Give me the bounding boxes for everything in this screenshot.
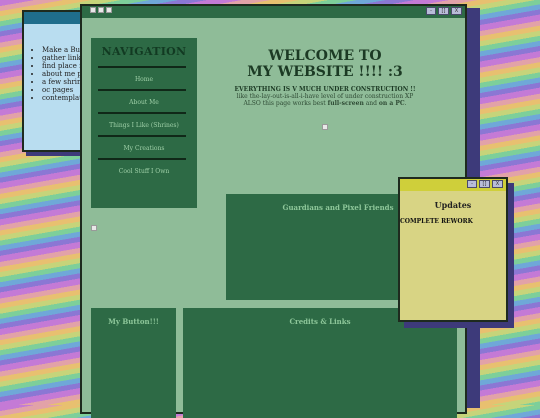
broken-image-icon <box>90 7 96 13</box>
browser-note: ALSO this page works best full-screen an… <box>232 100 418 107</box>
navigation-panel: NAVIGATION Home About Me Things I Like (… <box>91 38 197 208</box>
broken-image-icon <box>91 225 97 231</box>
updates-title: Updates <box>434 200 472 210</box>
browser-note-fullscreen: full-screen <box>327 100 364 107</box>
minimize-button[interactable]: - <box>467 180 477 188</box>
main-window-titlebar[interactable]: - [] X <box>82 6 465 18</box>
welcome-section: WELCOME TO MY WEBSITE !!!! :3 EVERYTHING… <box>232 48 418 134</box>
minimize-button[interactable]: - <box>426 7 436 15</box>
close-button[interactable]: X <box>492 180 503 188</box>
construction-notice: EVERYTHING IS V MUCH UNDER CONSTRUCTION … <box>234 86 416 93</box>
window-controls: - [] X <box>467 180 503 188</box>
construction-subtext: like the-lay-out-is-all-i-have level of … <box>236 93 414 100</box>
page-title-line2: MY WEBSITE !!!! :3 <box>247 64 403 80</box>
browser-note-prefix: ALSO this page works best <box>243 100 328 107</box>
divider <box>98 89 186 91</box>
updates-window: - [] X Updates COMPLETE REWORK <box>398 177 508 322</box>
welcome-image <box>232 115 418 134</box>
update-entry: COMPLETE REWORK <box>400 218 473 225</box>
restore-button[interactable]: [] <box>479 180 490 188</box>
browser-note-mid: and <box>363 100 379 107</box>
nav-link-shrines[interactable]: Things I Like (Shrines) <box>91 122 197 129</box>
window-controls: - [] X <box>426 7 462 15</box>
divider <box>98 135 186 137</box>
browser-note-end: . <box>404 100 407 107</box>
divider <box>98 158 186 160</box>
navigation-heading: NAVIGATION <box>101 45 187 58</box>
close-button[interactable]: X <box>451 7 462 15</box>
my-button-panel: My Button!!! <box>91 308 176 418</box>
side-image <box>91 216 97 235</box>
broken-image-icon <box>98 7 104 13</box>
my-button-title: My Button!!! <box>108 317 159 326</box>
broken-image-icon <box>106 7 112 13</box>
page-title: WELCOME TO <box>268 48 382 64</box>
nav-link-cool-stuff[interactable]: Cool Stuff I Own <box>91 168 197 175</box>
browser-note-pc: on a PC <box>378 100 405 107</box>
divider <box>98 112 186 114</box>
nav-link-about-me[interactable]: About Me <box>91 99 197 106</box>
titlebar-images <box>90 7 112 13</box>
nav-link-home[interactable]: Home <box>91 76 197 83</box>
updates-window-titlebar[interactable]: - [] X <box>400 179 506 191</box>
divider <box>98 66 186 68</box>
broken-image-icon <box>322 124 328 130</box>
restore-button[interactable]: [] <box>438 7 449 15</box>
nav-link-my-creations[interactable]: My Creations <box>91 145 197 152</box>
